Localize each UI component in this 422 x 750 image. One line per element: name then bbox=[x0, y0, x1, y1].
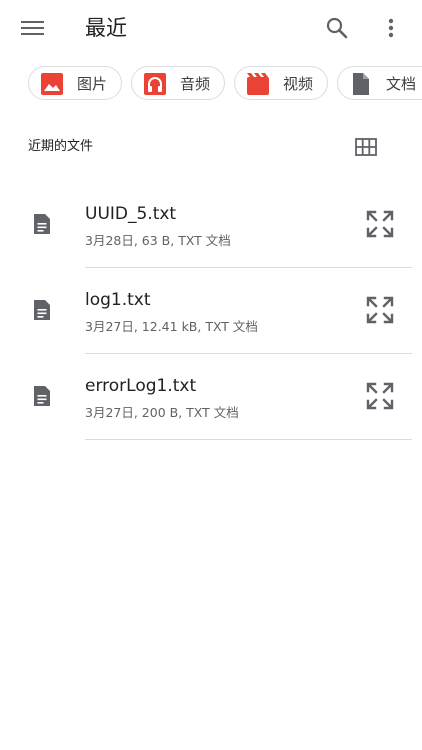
files-app: 最近 图片 音频 视频 文档 近期的文件 UUID_5.txt 3月28日, 6… bbox=[0, 0, 422, 750]
fullscreen-icon bbox=[366, 210, 394, 238]
chip-images[interactable]: 图片 bbox=[28, 66, 122, 100]
top-app-bar: 最近 bbox=[0, 0, 422, 56]
menu-icon bbox=[21, 21, 44, 35]
grid-view-icon bbox=[355, 138, 377, 156]
row-divider bbox=[85, 439, 412, 440]
chip-video[interactable]: 视频 bbox=[234, 66, 328, 100]
fullscreen-icon bbox=[366, 382, 394, 410]
document-icon bbox=[353, 73, 369, 95]
text-file-icon bbox=[34, 300, 50, 320]
file-name: log1.txt bbox=[85, 290, 151, 310]
text-file-icon bbox=[34, 386, 50, 406]
chip-video-label: 视频 bbox=[283, 75, 314, 93]
file-name: errorLog1.txt bbox=[85, 376, 197, 396]
more-vert-icon bbox=[388, 18, 394, 38]
headphones-icon bbox=[144, 73, 166, 95]
movie-icon bbox=[247, 73, 269, 95]
file-name: UUID_5.txt bbox=[85, 204, 177, 224]
image-icon bbox=[41, 73, 63, 95]
chip-audio-label: 音频 bbox=[180, 75, 211, 93]
file-meta: 3月27日, 12.41 kB, TXT 文档 bbox=[85, 319, 258, 334]
text-file-icon bbox=[34, 214, 50, 234]
preview-button[interactable] bbox=[360, 204, 400, 244]
fullscreen-icon bbox=[366, 296, 394, 324]
file-meta: 3月28日, 63 B, TXT 文档 bbox=[85, 233, 231, 248]
filter-chips: 图片 音频 视频 文档 bbox=[28, 66, 422, 104]
preview-button[interactable] bbox=[360, 376, 400, 416]
grid-view-button[interactable] bbox=[346, 127, 386, 167]
file-row[interactable]: UUID_5.txt 3月28日, 63 B, TXT 文档 bbox=[0, 182, 422, 268]
chip-audio[interactable]: 音频 bbox=[131, 66, 225, 100]
search-button[interactable] bbox=[317, 8, 357, 48]
file-row[interactable]: errorLog1.txt 3月27日, 200 B, TXT 文档 bbox=[0, 354, 422, 440]
preview-button[interactable] bbox=[360, 290, 400, 330]
section-title: 近期的文件 bbox=[28, 139, 94, 154]
search-icon bbox=[326, 17, 348, 39]
file-row[interactable]: log1.txt 3月27日, 12.41 kB, TXT 文档 bbox=[0, 268, 422, 354]
menu-button[interactable] bbox=[13, 8, 53, 48]
chip-images-label: 图片 bbox=[77, 75, 108, 93]
more-options-button[interactable] bbox=[371, 8, 411, 48]
page-title: 最近 bbox=[85, 16, 127, 40]
chip-documents-label: 文档 bbox=[386, 75, 417, 93]
chip-documents[interactable]: 文档 bbox=[337, 66, 422, 100]
file-meta: 3月27日, 200 B, TXT 文档 bbox=[85, 405, 239, 420]
